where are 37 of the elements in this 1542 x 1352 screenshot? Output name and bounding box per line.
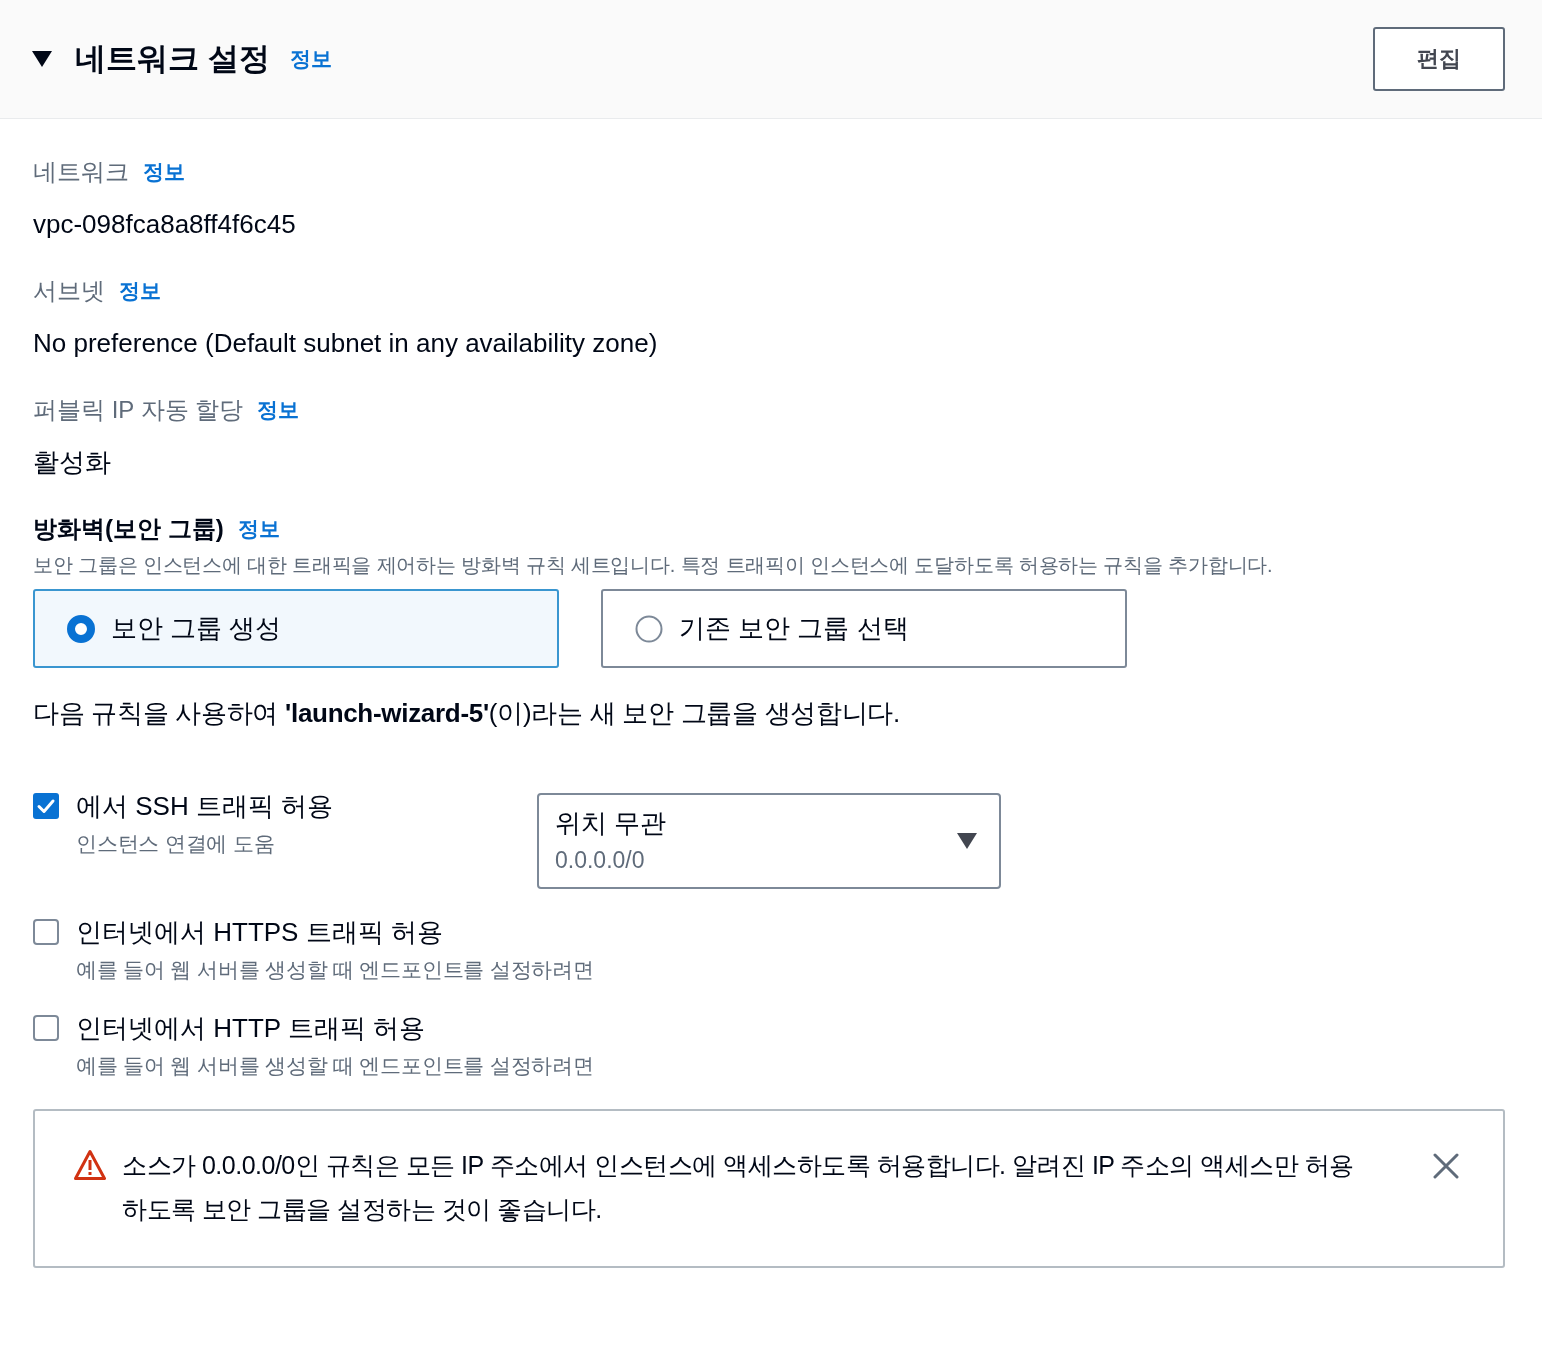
field-label: 서브넷 <box>33 276 105 306</box>
close-icon[interactable] <box>1433 1153 1459 1179</box>
dropdown-detail: 0.0.0.0/0 <box>555 846 645 875</box>
info-link[interactable]: 정보 <box>289 45 332 73</box>
field-value: No preference (Default subnet in any availability zone) <box>33 327 658 360</box>
checkbox[interactable] <box>33 1015 59 1041</box>
field-value: 활성화 <box>33 446 111 479</box>
radio-button-icon[interactable] <box>635 614 663 643</box>
info-link[interactable]: 정보 <box>257 396 300 424</box>
summary-text: 다음 규칙을 사용하여 'launch-wizard-5'(이)라는 새 보안 그룹을 생성합니다. <box>33 697 900 730</box>
radio-button-icon[interactable] <box>67 614 95 643</box>
field-description: 보안 그룹은 인스턴스에 대한 트래픽을 제어하는 방화벽 규칙 세트입니다. 특정 트래픽이 인스턴스에 도달하도록 허용하는 규칙을 추가합니다. <box>33 553 1273 578</box>
field-label: 퍼블릭 IP 자동 할당 <box>33 395 244 425</box>
checkbox[interactable] <box>33 919 59 945</box>
checkbox-description: 예를 들어 웹 서버를 생성할 때 엔드포인트를 설정하려면 <box>76 957 594 983</box>
checkbox-label: 인터넷에서 HTTP 트래픽 허용 <box>76 1012 426 1045</box>
field-value: vpc-098fca8a8ff4f6c45 <box>33 208 296 241</box>
section-title: 네트워크 설정 <box>75 40 270 78</box>
source-dropdown[interactable]: 위치 무관 0.0.0.0/0 <box>537 793 1001 889</box>
edit-button[interactable]: 편집 <box>1373 27 1505 91</box>
alert-message: 소스가 0.0.0.0/0인 규칙은 모든 IP 주소에서 인스턴스에 액세스하도록 허용합니다. 알려진 IP 주소의 액세스만 허용하도록 보안 그룹을 설정하는 것이 좋습니다. <box>122 1150 1355 1225</box>
checkbox-description: 인스턴스 연결에 도움 <box>76 831 275 857</box>
radio-option[interactable]: 보안 그룹 생성 <box>33 589 559 668</box>
info-link[interactable]: 정보 <box>143 158 185 186</box>
info-link[interactable]: 정보 <box>237 515 280 543</box>
field-label: 네트워크 <box>33 157 129 187</box>
checkbox-description: 예를 들어 웹 서버를 생성할 때 엔드포인트를 설정하려면 <box>76 1053 594 1079</box>
field-label: 방화벽(보안 그룹) <box>33 514 224 544</box>
warning-icon <box>74 1149 106 1181</box>
caret-down-icon <box>957 833 977 849</box>
dropdown-value: 위치 무관 <box>555 807 667 840</box>
checkbox[interactable] <box>33 793 59 819</box>
checkbox-label: 인터넷에서 HTTPS 트래픽 허용 <box>76 916 443 949</box>
checkbox-label: 에서 SSH 트래픽 허용 <box>76 790 334 823</box>
info-link[interactable]: 정보 <box>119 277 161 305</box>
radio-option[interactable]: 기존 보안 그룹 선택 <box>601 589 1127 668</box>
caret-icon[interactable] <box>32 51 52 67</box>
